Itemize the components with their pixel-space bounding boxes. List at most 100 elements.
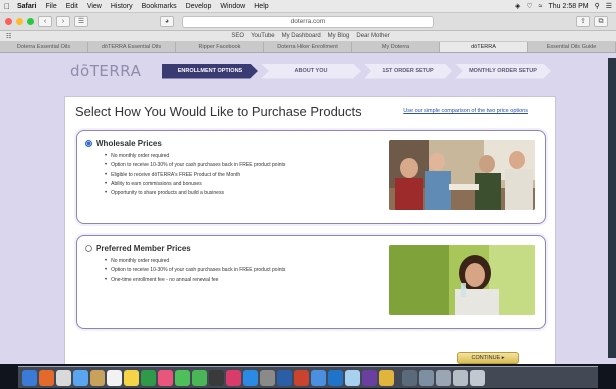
step-monthly-order-setup[interactable]: MONTHLY ORDER SETUP xyxy=(455,63,551,79)
window-thumbnail-icon[interactable] xyxy=(453,369,468,386)
browser-tab[interactable]: My Doterra xyxy=(352,42,440,52)
trash-icon[interactable] xyxy=(470,369,485,386)
doterra-logo[interactable]: dōTERRA xyxy=(70,62,162,80)
preferred-option-card[interactable]: Preferred Member Prices No monthly order… xyxy=(76,235,546,329)
page-viewport: dōTERRA ENROLLMENT OPTIONS ABOUT YOU 1ST… xyxy=(0,53,616,364)
zoom-window-icon[interactable] xyxy=(27,18,34,25)
page-title: Select How You Would Like to Purchase Pr… xyxy=(75,104,362,119)
enrollment-steps: ENROLLMENT OPTIONS ABOUT YOU 1ST ORDER S… xyxy=(162,63,554,79)
list-item: No monthly order required xyxy=(105,258,285,264)
apple-icon[interactable]:  xyxy=(4,2,10,11)
show-tabs-icon[interactable]: ⧉ xyxy=(594,16,608,27)
wholesale-benefits: No monthly order required Option to rece… xyxy=(105,153,285,199)
back-button[interactable]: ‹ xyxy=(38,16,52,27)
app-store-icon[interactable] xyxy=(243,369,258,386)
preferred-title-text: Preferred Member Prices xyxy=(96,244,191,253)
step-first-order-setup[interactable]: 1ST ORDER SETUP xyxy=(364,63,452,79)
itunes-icon[interactable] xyxy=(226,369,241,386)
facetime-icon[interactable] xyxy=(192,369,207,386)
browser-tab[interactable]: Doterra Essential Oils xyxy=(0,42,88,52)
mail-icon[interactable] xyxy=(73,369,88,386)
mac-menu-bar:  Safari File Edit View History Bookmark… xyxy=(0,0,616,13)
menu-view[interactable]: View xyxy=(87,3,102,10)
close-window-icon[interactable] xyxy=(5,18,12,25)
photos-icon[interactable] xyxy=(158,369,173,386)
browser-tab[interactable]: Essential Oils Guide xyxy=(528,42,616,52)
browser-toolbar: ‹ › ☰ ◕ doterra.com ⇪ ⧉ xyxy=(0,13,616,31)
finder-icon[interactable] xyxy=(22,369,37,386)
clock[interactable]: Thu 2:58 PM xyxy=(549,3,589,10)
address-bar[interactable]: doterra.com xyxy=(182,16,434,28)
show-all-bookmarks-icon[interactable]: ☷ xyxy=(6,33,11,40)
sidebar-icon[interactable]: ☰ xyxy=(74,16,88,27)
app-icon[interactable] xyxy=(379,369,394,386)
word-icon[interactable] xyxy=(277,369,292,386)
safari-icon[interactable] xyxy=(56,369,71,386)
reader-icon[interactable]: ◕ xyxy=(160,16,174,27)
preview-icon[interactable] xyxy=(345,369,360,386)
downloads-stack-icon[interactable] xyxy=(402,369,417,386)
ibooks-icon[interactable] xyxy=(209,369,224,386)
window-thumbnail-icon[interactable] xyxy=(436,369,451,386)
preferred-benefits: No monthly order required Option to rece… xyxy=(105,258,285,286)
calendar-icon[interactable] xyxy=(107,369,122,386)
bookmark-item[interactable]: My Blog xyxy=(328,33,350,39)
messages-icon[interactable] xyxy=(175,369,190,386)
list-item: Opportunity to share products and build … xyxy=(105,190,285,196)
wholesale-option-card[interactable]: Wholesale Prices No monthly order requir… xyxy=(76,130,546,224)
menu-history[interactable]: History xyxy=(111,3,133,10)
status-area: ◈ ♡ ≈ Thu 2:58 PM ⚲ ☰ xyxy=(515,2,612,11)
contacts-icon[interactable] xyxy=(90,369,105,386)
step-enrollment-options[interactable]: ENROLLMENT OPTIONS xyxy=(162,63,258,79)
minimize-window-icon[interactable] xyxy=(16,18,23,25)
list-item: Eligible to receive dōTERRA's FREE Produ… xyxy=(105,172,285,178)
document-stack-icon[interactable] xyxy=(419,369,434,386)
list-item: No monthly order required xyxy=(105,153,285,159)
skype-icon[interactable] xyxy=(328,369,343,386)
mac-dock xyxy=(0,364,616,389)
bookmark-item[interactable]: YouTube xyxy=(251,33,275,39)
browser-tab[interactable]: Doterra Hiker Enrollment xyxy=(264,42,352,52)
app-icon[interactable] xyxy=(362,369,377,386)
preferred-radio[interactable] xyxy=(85,245,92,252)
menu-window[interactable]: Window xyxy=(220,3,245,10)
menu-safari[interactable]: Safari xyxy=(17,3,36,10)
menu-develop[interactable]: Develop xyxy=(186,3,212,10)
powerpoint-icon[interactable] xyxy=(294,369,309,386)
wholesale-radio[interactable] xyxy=(85,140,92,147)
maps-icon[interactable] xyxy=(141,369,156,386)
browser-tab-active[interactable]: dōTERRA xyxy=(440,42,528,52)
menu-file[interactable]: File xyxy=(45,3,56,10)
bookmark-item[interactable]: Dear Mother xyxy=(356,33,389,39)
browser-tab[interactable]: dōTERRA Essential Oils xyxy=(88,42,176,52)
menu-bookmarks[interactable]: Bookmarks xyxy=(142,3,177,10)
heart-icon[interactable]: ♡ xyxy=(526,2,532,10)
enrollment-header: dōTERRA ENROLLMENT OPTIONS ABOUT YOU 1ST… xyxy=(70,61,560,81)
tab-bar: Doterra Essential Oils dōTERRA Essential… xyxy=(0,42,616,53)
preferred-option-title[interactable]: Preferred Member Prices xyxy=(85,244,191,253)
bookmark-item[interactable]: My Dashboard xyxy=(282,33,321,39)
chrome-icon[interactable] xyxy=(311,369,326,386)
preferred-woman-photo xyxy=(389,245,535,315)
notes-icon[interactable] xyxy=(124,369,139,386)
wholesale-group-photo xyxy=(389,140,535,210)
menu-edit[interactable]: Edit xyxy=(66,3,78,10)
forward-button[interactable]: › xyxy=(56,16,70,27)
notification-icon[interactable]: ☰ xyxy=(606,2,612,10)
step-about-you[interactable]: ABOUT YOU xyxy=(261,63,361,79)
share-icon[interactable]: ⇪ xyxy=(576,16,590,27)
compare-prices-link[interactable]: Use our simple comparison of the two pri… xyxy=(403,108,528,114)
system-preferences-icon[interactable] xyxy=(260,369,275,386)
dropbox-icon[interactable]: ◈ xyxy=(515,2,520,10)
continue-button[interactable]: CONTINUE ▸ xyxy=(457,352,519,364)
bookmarks-bar: ☷ SEO YouTube My Dashboard My Blog Dear … xyxy=(0,31,616,42)
wifi-icon[interactable]: ≈ xyxy=(539,3,543,10)
spotlight-icon[interactable]: ⚲ xyxy=(595,2,600,10)
browser-tab[interactable]: Ripper Facebook xyxy=(176,42,264,52)
menu-help[interactable]: Help xyxy=(254,3,268,10)
bookmark-item[interactable]: SEO xyxy=(231,33,244,39)
list-item: Option to receive 10-30% of your cash pu… xyxy=(105,267,285,273)
wholesale-option-title[interactable]: Wholesale Prices xyxy=(85,139,162,148)
list-item: Option to receive 10-30% of your cash pu… xyxy=(105,162,285,168)
launchpad-icon[interactable] xyxy=(39,369,54,386)
